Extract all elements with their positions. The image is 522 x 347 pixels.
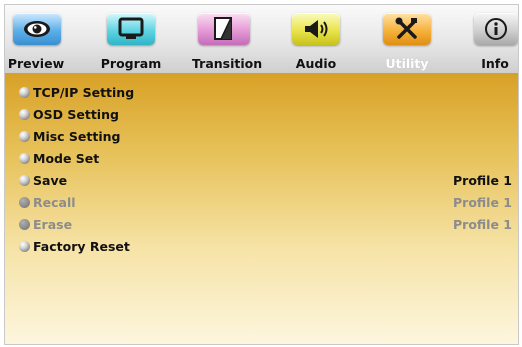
profile-value: Profile 1 [453,217,512,232]
profile-value: Profile 1 [453,195,512,210]
menu-item-label: Recall [33,195,76,210]
menu-item-misc-setting[interactable]: Misc Setting [5,126,518,148]
osd-window: Preview Program Transition Audio Utility… [4,4,519,345]
bullet-icon [19,109,30,120]
speaker-icon [292,13,340,45]
menu-item-osd-setting[interactable]: OSD Setting [5,104,518,126]
tab-label: Preview [7,56,65,71]
bullet-icon [19,241,30,252]
tab-label: Transition [192,56,263,71]
tab-utility[interactable]: Utility [379,5,435,73]
menu-item-tcpip-setting[interactable]: TCP/IP Setting [5,82,518,104]
menu-item-label: Misc Setting [33,129,121,144]
menu-item-label: Save [33,173,68,188]
menu-item-label: TCP/IP Setting [33,85,135,100]
bullet-icon [19,131,30,142]
menu-item-label: Erase [33,217,73,232]
bullet-icon [19,175,30,186]
transition-icon [198,13,250,45]
menu-item-recall: Recall Profile 1 [5,192,518,214]
eye-icon [13,13,61,45]
tab-label: Utility [385,56,429,71]
menu-item-erase: Erase Profile 1 [5,214,518,236]
tab-info[interactable]: Info [472,5,518,73]
bullet-icon [19,153,30,164]
tab-preview[interactable]: Preview [5,5,67,73]
bullet-icon [19,87,30,98]
tab-transition[interactable]: Transition [192,5,263,73]
tab-program[interactable]: Program [100,5,162,73]
profile-value: Profile 1 [453,173,512,188]
tab-label: Program [100,56,162,71]
menu-item-factory-reset[interactable]: Factory Reset [5,236,518,258]
monitor-icon [107,13,155,45]
utility-menu: TCP/IP Setting OSD Setting Misc Setting … [5,73,518,344]
menu-item-mode-set[interactable]: Mode Set [5,148,518,170]
bullet-icon [19,197,30,208]
info-icon [474,13,518,45]
tab-audio[interactable]: Audio [288,5,344,73]
menu-item-label: Factory Reset [33,239,130,254]
menu-item-label: OSD Setting [33,107,119,122]
menu-item-label: Mode Set [33,151,100,166]
bullet-icon [19,219,30,230]
tab-label: Audio [295,56,337,71]
menu-item-save[interactable]: Save Profile 1 [5,170,518,192]
tab-bar: Preview Program Transition Audio Utility… [5,5,518,73]
tab-label: Info [481,56,509,71]
tools-icon [383,13,431,45]
